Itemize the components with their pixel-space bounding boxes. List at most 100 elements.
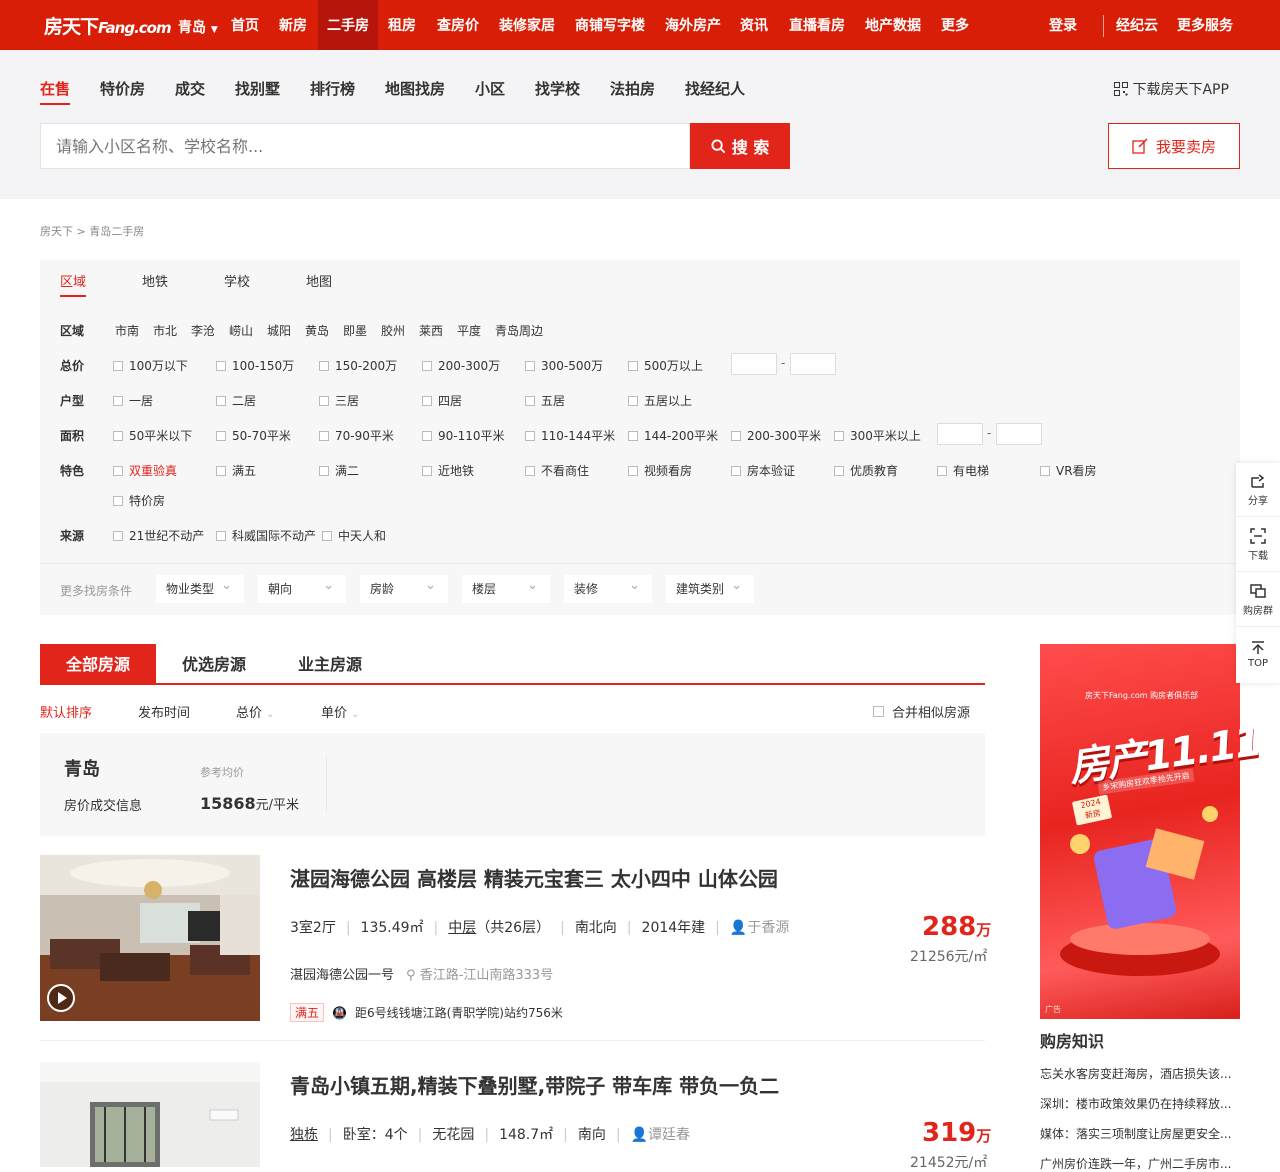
- area-option[interactable]: 200-300平米: [731, 427, 821, 444]
- district-option[interactable]: 城阳: [267, 322, 291, 339]
- district-option[interactable]: 市南: [115, 322, 139, 339]
- checkbox[interactable]: [113, 530, 123, 541]
- knowledge-link[interactable]: 忘关水客房变赶海房，酒店损失该...: [1040, 1065, 1235, 1082]
- checkbox[interactable]: [113, 395, 123, 406]
- price-option[interactable]: 150-200万: [319, 357, 397, 374]
- checkbox[interactable]: [113, 495, 123, 506]
- checkbox[interactable]: [216, 465, 226, 476]
- sell-house-button[interactable]: 我要卖房: [1108, 123, 1240, 169]
- building-type-dropdown[interactable]: 建筑类别: [666, 572, 754, 603]
- feature-option[interactable]: 满五: [216, 462, 256, 479]
- listing-type-link[interactable]: 独栋: [290, 1127, 318, 1143]
- area-option[interactable]: 300平米以上: [834, 427, 921, 444]
- area-option[interactable]: 90-110平米: [422, 427, 505, 444]
- checkbox[interactable]: [113, 430, 123, 441]
- checkbox[interactable]: [834, 465, 844, 476]
- layout-option[interactable]: 三居: [319, 392, 359, 409]
- fang-logo[interactable]: 房天下Fang.com: [44, 12, 172, 39]
- nav-new-house[interactable]: 新房: [279, 0, 307, 50]
- price-max-input[interactable]: [790, 353, 836, 375]
- feature-option[interactable]: 房本验证: [731, 462, 795, 479]
- listing-photo[interactable]: [40, 1062, 260, 1167]
- checkbox[interactable]: [422, 395, 432, 406]
- orientation-dropdown[interactable]: 朝向: [258, 572, 346, 603]
- checkbox[interactable]: [873, 706, 884, 717]
- district-option[interactable]: 即墨: [343, 322, 367, 339]
- checkbox[interactable]: [937, 465, 947, 476]
- price-option[interactable]: 100-150万: [216, 357, 294, 374]
- district-option[interactable]: 胶州: [381, 322, 405, 339]
- decoration-dropdown[interactable]: 装修: [564, 572, 652, 603]
- checkbox[interactable]: [422, 430, 432, 441]
- nav-more[interactable]: 更多: [941, 0, 969, 50]
- listing-agent[interactable]: 于香源: [747, 920, 789, 936]
- listing-title[interactable]: 湛园海德公园 高楼层 精装元宝套三 太小四中 山体公园: [290, 863, 778, 892]
- feature-option[interactable]: 双重验真: [113, 462, 177, 479]
- agent-cloud-link[interactable]: 经纪云: [1116, 0, 1158, 50]
- source-option[interactable]: 科威国际不动产: [216, 527, 316, 544]
- sort-default[interactable]: 默认排序: [40, 702, 92, 721]
- checkbox[interactable]: [216, 360, 226, 371]
- layout-option[interactable]: 四居: [422, 392, 462, 409]
- breadcrumb[interactable]: 房天下 > 青岛二手房: [40, 223, 144, 239]
- checkbox[interactable]: [834, 430, 844, 441]
- feature-option[interactable]: 视频看房: [628, 462, 692, 479]
- source-option[interactable]: 21世纪不动产: [113, 527, 204, 544]
- feature-option[interactable]: 近地铁: [422, 462, 474, 479]
- search-input[interactable]: [40, 123, 690, 169]
- house-age-dropdown[interactable]: 房龄: [360, 572, 448, 603]
- layout-option[interactable]: 二居: [216, 392, 256, 409]
- feature-option[interactable]: 有电梯: [937, 462, 989, 479]
- tab-map-search[interactable]: 地图找房: [385, 78, 445, 99]
- listing-agent[interactable]: 谭廷春: [648, 1127, 690, 1143]
- checkbox[interactable]: [628, 430, 638, 441]
- sort-publish-time[interactable]: 发布时间: [138, 702, 190, 721]
- area-option[interactable]: 50平米以下: [113, 427, 192, 444]
- price-min-input[interactable]: [731, 353, 777, 375]
- checkbox[interactable]: [628, 465, 638, 476]
- checkbox[interactable]: [216, 430, 226, 441]
- layout-option[interactable]: 五居以上: [628, 392, 692, 409]
- checkbox[interactable]: [731, 430, 741, 441]
- checkbox[interactable]: [731, 465, 741, 476]
- nav-decoration[interactable]: 装修家居: [499, 0, 555, 50]
- floor-dropdown[interactable]: 楼层: [462, 572, 550, 603]
- checkbox[interactable]: [319, 465, 329, 476]
- download-button[interactable]: 下载: [1236, 518, 1280, 572]
- tab-on-sale[interactable]: 在售: [40, 78, 71, 105]
- checkbox[interactable]: [525, 360, 535, 371]
- knowledge-link[interactable]: 媒体：落实三项制度让房屋更安全...: [1040, 1125, 1235, 1142]
- filter-tab-school[interactable]: 学校: [224, 271, 250, 290]
- checkbox[interactable]: [1040, 465, 1050, 476]
- checkbox[interactable]: [525, 465, 535, 476]
- tab-deal[interactable]: 成交: [175, 78, 205, 99]
- login-link[interactable]: 登录: [1049, 0, 1077, 50]
- district-option[interactable]: 黄岛: [305, 322, 329, 339]
- checkbox[interactable]: [216, 530, 226, 541]
- community-link[interactable]: 湛园海德公园一号: [290, 968, 394, 983]
- feature-option[interactable]: 满二: [319, 462, 359, 479]
- tab-selected-listings[interactable]: 优选房源: [166, 644, 262, 684]
- property-type-dropdown[interactable]: 物业类型: [156, 572, 244, 603]
- tab-special-price[interactable]: 特价房: [100, 78, 145, 99]
- tab-all-listings[interactable]: 全部房源: [40, 644, 156, 684]
- city-selector[interactable]: 青岛 ▼: [178, 17, 218, 37]
- district-option[interactable]: 市北: [153, 322, 177, 339]
- checkbox[interactable]: [319, 360, 329, 371]
- app-download-link[interactable]: 下载房天下APP: [1114, 79, 1229, 99]
- checkbox[interactable]: [628, 395, 638, 406]
- checkbox[interactable]: [216, 395, 226, 406]
- checkbox[interactable]: [525, 395, 535, 406]
- nav-second-hand[interactable]: 二手房: [318, 0, 378, 50]
- feature-option[interactable]: VR看房: [1040, 462, 1097, 479]
- checkbox[interactable]: [322, 530, 332, 541]
- checkbox[interactable]: [319, 395, 329, 406]
- checkbox[interactable]: [525, 430, 535, 441]
- nav-commercial[interactable]: 商铺写字楼: [575, 0, 645, 50]
- price-option[interactable]: 100万以下: [113, 357, 188, 374]
- nav-live[interactable]: 直播看房: [789, 0, 845, 50]
- share-button[interactable]: 分享: [1236, 463, 1280, 517]
- nav-rent[interactable]: 租房: [388, 0, 416, 50]
- listing-photo[interactable]: [40, 855, 260, 1021]
- checkbox[interactable]: [628, 360, 638, 371]
